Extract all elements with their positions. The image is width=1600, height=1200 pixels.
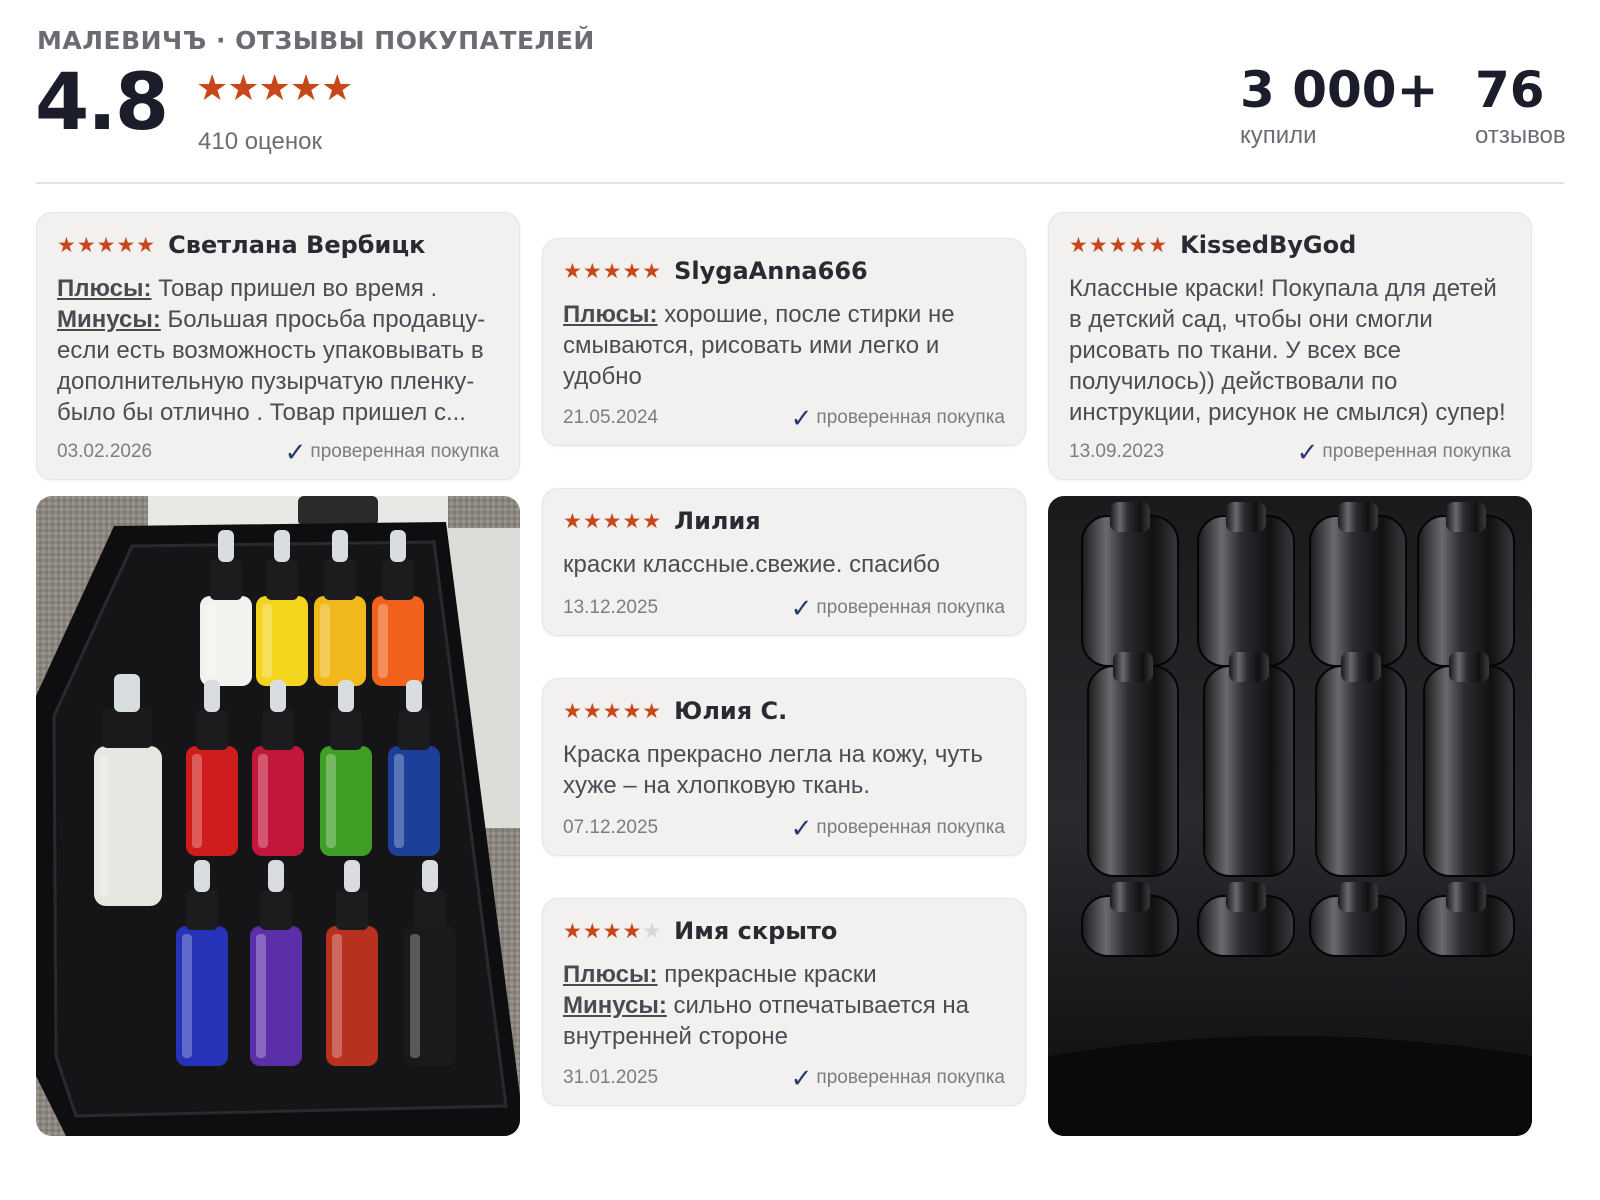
stat-bought-value: 3 000+: [1240, 61, 1439, 119]
review-author: Имя скрыто: [674, 917, 838, 945]
verified-label: проверенная покупка: [816, 407, 1005, 428]
check-icon: ✓: [790, 593, 813, 623]
verified-badge: ✓ проверенная покупка: [791, 595, 1005, 621]
verified-label: проверенная покупка: [816, 597, 1005, 618]
review-text: Классные краски! Покупала для детей в де…: [1069, 275, 1506, 426]
verified-label: проверенная покупка: [816, 817, 1005, 838]
verified-label: проверенная покупка: [816, 1067, 1005, 1088]
ratings-count: 410 оценок: [198, 128, 322, 155]
review-footer: 07.12.2025 ✓ проверенная покупка: [563, 815, 1005, 841]
review-author: KissedByGod: [1180, 231, 1357, 259]
verified-badge: ✓ проверенная покупка: [791, 1065, 1005, 1091]
brand-title: МАЛЕВИЧЪ · ОТЗЫВЫ ПОКУПАТЕЛЕЙ: [37, 26, 595, 55]
review-card[interactable]: ★★★★★ Имя скрыто Плюсы: прекрасные краск…: [542, 898, 1026, 1106]
review-text: краски классные.свежие. спасибо: [563, 551, 940, 578]
review-footer: 13.09.2023 ✓ проверенная покупка: [1069, 439, 1511, 465]
review-stars-empty: ★: [642, 919, 663, 943]
review-stars: ★★★★★: [563, 259, 663, 283]
review-author: Светлана Вербицк: [168, 231, 426, 259]
check-icon: ✓: [790, 813, 813, 843]
verified-badge: ✓ проверенная покупка: [791, 815, 1005, 841]
review-header: ★★★★★ SlygaAnna666: [563, 257, 868, 285]
stat-bought: 3 000+ купили: [1240, 60, 1438, 150]
minus-label: Минусы:: [57, 306, 161, 333]
review-stars: ★★★★★: [563, 509, 663, 533]
stat-reviews: 76 отзывов: [1475, 60, 1566, 150]
verified-badge: ✓ проверенная покупка: [791, 405, 1005, 431]
review-date: 13.12.2025: [563, 597, 659, 618]
plus-label: Плюсы:: [563, 301, 658, 328]
review-stars: ★★★★★: [57, 233, 157, 257]
review-stars-filled: ★★★★: [563, 919, 643, 943]
review-photo-tray[interactable]: [1048, 496, 1532, 1136]
review-author: Юлия С.: [674, 697, 788, 725]
verified-badge: ✓ проверенная покупка: [1297, 439, 1511, 465]
check-icon: ✓: [790, 403, 813, 433]
plus-text: прекрасные краски: [664, 961, 877, 988]
rating-stars: ★★★★★: [196, 67, 353, 108]
header-divider: [36, 182, 1564, 184]
review-stars: ★★★★★: [563, 699, 663, 723]
review-date: 21.05.2024: [563, 407, 659, 428]
verified-label: проверенная покупка: [1322, 441, 1511, 462]
stat-reviews-value: 76: [1475, 61, 1545, 119]
review-card[interactable]: ★★★★★ Лилия краски классные.свежие. спас…: [542, 488, 1026, 636]
stat-bought-label: купили: [1240, 122, 1317, 149]
review-author: SlygaAnna666: [674, 257, 868, 285]
verified-label: проверенная покупка: [310, 441, 499, 462]
review-photo-paint-set[interactable]: [36, 496, 520, 1136]
minus-label: Минусы:: [563, 992, 667, 1019]
tray-closeup-photo-icon: [1048, 496, 1532, 1136]
verified-badge: ✓ проверенная покупка: [285, 439, 499, 465]
review-card[interactable]: ★★★★★ Юлия С. Краска прекрасно легла на …: [542, 678, 1026, 856]
review-text: Плюсы: прекрасные краски Минусы: сильно …: [563, 959, 1005, 1052]
review-date: 03.02.2026: [57, 441, 153, 462]
review-header: ★★★★★ Юлия С.: [563, 697, 787, 725]
review-stars: ★★★★★: [563, 921, 662, 942]
plus-label: Плюсы:: [563, 961, 658, 988]
review-stars: ★★★★★: [1069, 233, 1169, 257]
check-icon: ✓: [284, 437, 307, 467]
check-icon: ✓: [1296, 437, 1319, 467]
review-author: Лилия: [674, 507, 761, 535]
review-footer: 13.12.2025 ✓ проверенная покупка: [563, 595, 1005, 621]
review-footer: 03.02.2026 ✓ проверенная покупка: [57, 439, 499, 465]
review-text: Плюсы: хорошие, после стирки не смываютс…: [563, 299, 1005, 392]
plus-text: Товар пришел во время .: [158, 275, 438, 302]
review-header: ★★★★★ KissedByGod: [1069, 231, 1356, 259]
review-card[interactable]: ★★★★★ SlygaAnna666 Плюсы: хорошие, после…: [542, 238, 1026, 446]
review-card[interactable]: ★★★★★ Светлана Вербицк Плюсы: Товар приш…: [36, 212, 520, 480]
check-icon: ✓: [790, 1063, 813, 1093]
review-header: ★★★★★ Лилия: [563, 507, 761, 535]
stat-reviews-label: отзывов: [1475, 122, 1566, 149]
review-header: ★★★★★ Имя скрыто: [563, 917, 837, 945]
review-footer: 31.01.2025 ✓ проверенная покупка: [563, 1065, 1005, 1091]
review-text: Плюсы: Товар пришел во время . Минусы: Б…: [57, 273, 499, 428]
review-date: 31.01.2025: [563, 1067, 659, 1088]
average-rating: 4.8: [35, 58, 169, 148]
plus-label: Плюсы:: [57, 275, 152, 302]
review-header: ★★★★★ Светлана Вербицк: [57, 231, 425, 259]
review-text: Краска прекрасно легла на кожу, чуть хуж…: [563, 741, 983, 799]
paint-set-photo-icon: [36, 496, 520, 1136]
review-date: 07.12.2025: [563, 817, 659, 838]
review-card[interactable]: ★★★★★ KissedByGod Классные краски! Покуп…: [1048, 212, 1532, 480]
review-date: 13.09.2023: [1069, 441, 1165, 462]
review-footer: 21.05.2024 ✓ проверенная покупка: [563, 405, 1005, 431]
